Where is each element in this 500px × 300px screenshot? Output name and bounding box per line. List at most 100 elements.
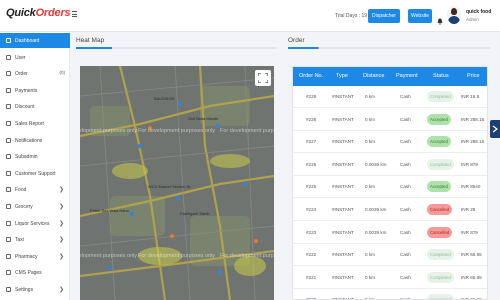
sidebar-item-notifications[interactable]: Notifications (0, 133, 70, 148)
settings-icon (6, 287, 11, 292)
sidebar-item-grocery[interactable]: Grocery ❯ (0, 199, 70, 214)
table-row[interactable]: #225 #INSTANT 0 km Cash Accepted INR 8540 (293, 176, 487, 199)
liquor-icon (6, 220, 11, 226)
order-title: Order (288, 37, 305, 44)
sidebar-item-liquor-services[interactable]: Liquor Services ❯ (0, 216, 70, 231)
cell-no: #222 (306, 252, 317, 258)
cell-type: #INSTANT (332, 94, 354, 99)
sidebar-item-payments[interactable]: Payments (0, 83, 70, 98)
column-header: Price (467, 73, 480, 79)
cell-type: #INSTANT (332, 207, 354, 212)
cell-distance: 0 km (365, 116, 375, 122)
cell-payment: Cash (400, 252, 411, 258)
cell-price: INR 879 (461, 229, 478, 235)
map-watermark: For development purposes only (220, 253, 274, 259)
cell-no: #229 (306, 94, 317, 99)
cell-distance: 0 km (365, 274, 375, 280)
cell-type: #INSTANT (332, 229, 354, 235)
map-label: Shri Mata Mandir (188, 116, 219, 121)
cell-payment: Cash (400, 94, 411, 99)
sidebar-item-label: CMS Pages (15, 270, 42, 277)
column-header: Payment (396, 73, 418, 79)
cell-payment: Cash (400, 274, 411, 280)
column-header: Type (336, 73, 348, 79)
cell-price: INR 28 (461, 207, 476, 212)
sidebar-item-order[interactable]: Order (0) (0, 66, 70, 81)
report-icon (6, 121, 11, 126)
table-row[interactable]: #228 #INSTANT 0 km Cash Accepted INR 288.15 (293, 109, 487, 131)
table-row[interactable]: #221 #INSTANT 0 km Cash Completed INR 65.65 (293, 267, 487, 289)
cell-distance: 0.0039 km (365, 229, 387, 235)
pharmacy-icon (6, 253, 11, 259)
dashboard-icon (6, 38, 11, 43)
cell-payment: Cash (400, 184, 411, 190)
map-graphic (80, 66, 274, 300)
sidebar-item-user[interactable]: User (0, 50, 70, 65)
sidebar-item-dashboard[interactable]: Dashboard (0, 33, 70, 48)
cell-distance: 0 km (365, 139, 375, 145)
app-logo[interactable]: QuickOrders (6, 7, 71, 19)
chevron-right-icon: ❯ (58, 253, 64, 260)
sidebar-item-settings[interactable]: Settings ❯ (0, 282, 70, 297)
menu-toggle-icon[interactable] (72, 11, 78, 17)
map-watermark: For development purposes only (220, 128, 274, 134)
user-role: Admin (466, 17, 479, 22)
table-row[interactable]: #229 #INSTANT 0 km Cash Completed INR 16.5 (293, 86, 487, 108)
sidebar-item-pharmacy[interactable]: Pharmacy ❯ (0, 249, 70, 264)
cell-distance: 0.0039 km (365, 207, 387, 212)
cell-distance: 0.0039 km (365, 161, 387, 167)
sidebar-item-food[interactable]: Food ❯ (0, 182, 70, 197)
sidebar-item-label: Food (15, 187, 27, 194)
order-count-badge: (0) (59, 70, 66, 76)
heat-map[interactable]: BALDINGH Shri Mata Mandir WCD Market Sec… (80, 66, 274, 300)
sidebar-item-label: Liquor Services (15, 220, 50, 227)
chevron-right-icon: ❯ (58, 204, 64, 210)
table-row[interactable]: #226 #INSTANT 0.0039 km Cash Completed INR 87… (293, 154, 487, 176)
dispatcher-button[interactable]: Dispatcher (368, 9, 400, 23)
sidebar-item-label: Pharmacy (15, 253, 38, 260)
cms-icon (6, 270, 11, 276)
table-row[interactable]: #227 #INSTANT 0 km Cash Accepted INR 288.15 (293, 131, 487, 154)
user-avatar[interactable] (447, 6, 461, 24)
map-watermark: For development purposes only (138, 128, 216, 134)
sidebar-item-label: Payments (15, 87, 38, 94)
status-badge: Completed (427, 294, 454, 299)
order-icon (6, 71, 11, 77)
cell-payment: Cash (400, 139, 411, 145)
table-row[interactable]: #224 #INSTANT 0.0039 km Cash Cancelled INR 28 (293, 199, 487, 221)
table-row[interactable]: #220 #INSTANT 0 km Cash Completed INR 65.65 (293, 289, 487, 299)
top-bar: QuickOrders Trial Days : 19 Dispatcher W… (0, 0, 500, 32)
panel-toggle-tab[interactable] (490, 120, 500, 138)
bell-icon (6, 137, 11, 143)
cell-type: #INSTANT (332, 139, 354, 145)
cell-price: INR 65.65 (461, 274, 482, 280)
sidebar-item-taxi[interactable]: Taxi ❯ (0, 232, 70, 247)
cell-no: #225 (306, 184, 317, 190)
cell-price: INR 16.5 (461, 94, 480, 99)
sidebar-item-customer-support[interactable]: Customer Support (0, 166, 70, 181)
grocery-icon (6, 204, 11, 209)
sidebar-item-cms-pages[interactable]: CMS Pages (0, 265, 70, 280)
sidebar-item-sales-report[interactable]: Sales Report (0, 116, 70, 131)
cell-price: INR 65.65 (461, 252, 482, 258)
chevron-right-icon: ❯ (58, 287, 64, 293)
map-watermark: For development purposes only (138, 253, 216, 259)
cell-no: #227 (306, 139, 317, 145)
chevron-right-icon: ❯ (58, 237, 64, 244)
website-button[interactable]: Website (408, 9, 432, 23)
sidebar-item-discount[interactable]: Discount (0, 99, 70, 114)
sidebar-item-subadmin[interactable]: Subadmin (0, 149, 70, 164)
notification-bell-icon[interactable] (437, 12, 443, 25)
map-watermark: For development purposes only (80, 253, 138, 259)
table-header: Order No. Type Distance Payment Status P… (293, 67, 487, 86)
fullscreen-icon[interactable] (255, 70, 271, 86)
table-row[interactable]: #223 #INSTANT 0.0039 km Cash Cancelled INR 87… (293, 222, 487, 244)
map-label: Fatehgarh Sahib (180, 211, 210, 216)
sidebar: Dashboard User Order (0) Payments Discount Sal… (0, 32, 70, 300)
status-badge: Completed (427, 249, 454, 261)
table-row[interactable]: #222 #INSTANT 0 km Cash Completed INR 65.65 (293, 244, 487, 267)
map-label: BALDINGH (154, 96, 175, 101)
sidebar-item-label: Customer Support (15, 170, 56, 177)
sidebar-item-label: Grocery (15, 204, 33, 210)
status-badge: Completed (427, 91, 454, 102)
